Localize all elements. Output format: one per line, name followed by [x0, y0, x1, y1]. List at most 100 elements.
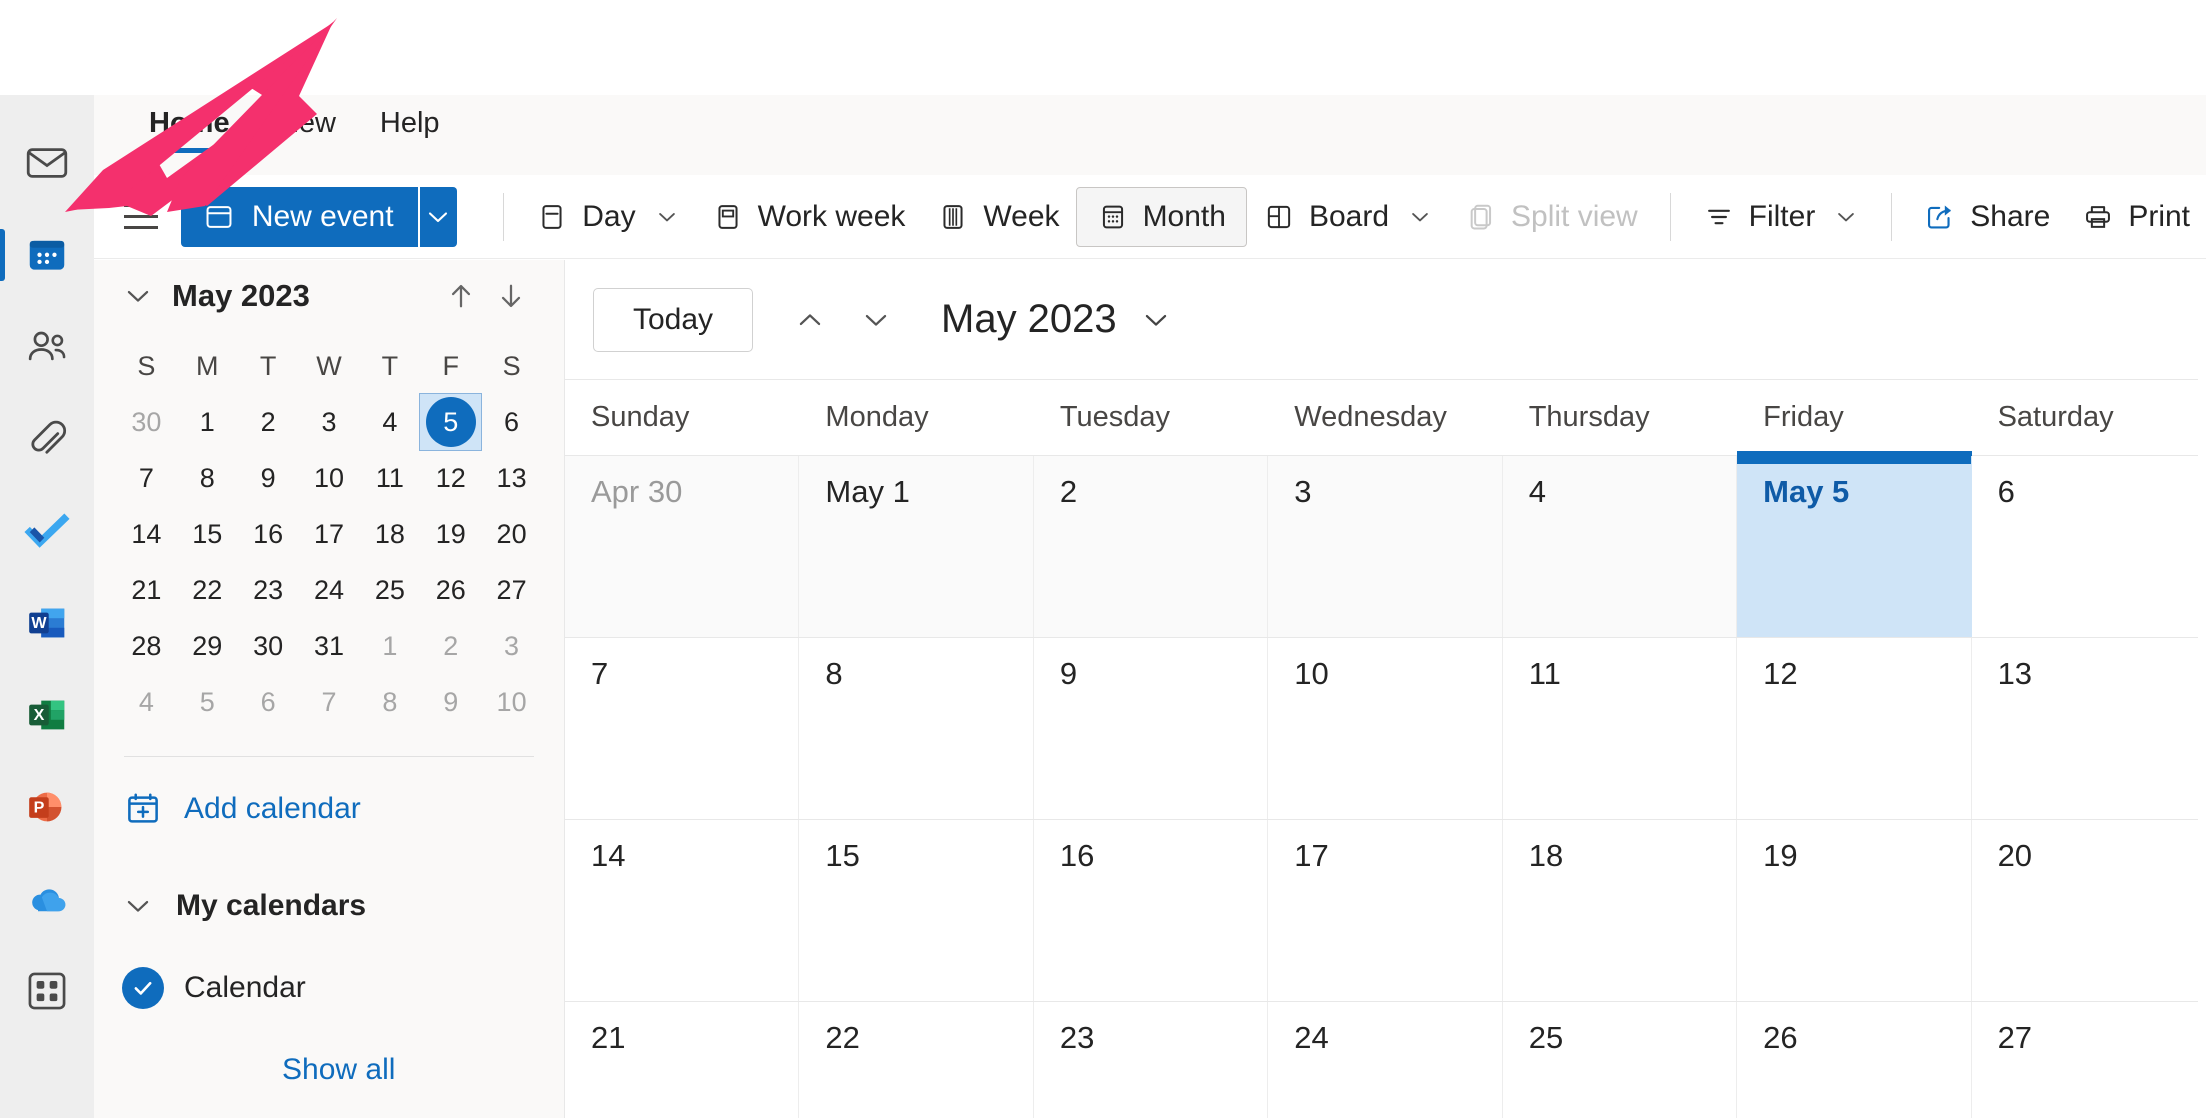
mini-calendar-day[interactable]: 22	[177, 562, 238, 618]
view-week-button[interactable]: Week	[921, 187, 1075, 247]
rail-item-calendar[interactable]	[0, 209, 94, 301]
mini-calendar-day[interactable]: 25	[359, 562, 420, 618]
new-event-dropdown-button[interactable]	[419, 186, 458, 247]
calendar-day-cell[interactable]: Apr 30	[565, 456, 800, 637]
calendar-day-cell[interactable]: 8	[799, 638, 1034, 819]
rail-item-word[interactable]: W	[0, 577, 94, 669]
calendar-scrollbar[interactable]	[2198, 260, 2206, 1118]
calendar-day-cell[interactable]: 2	[1033, 456, 1269, 637]
calendar-day-cell[interactable]: 3	[1268, 456, 1503, 637]
rail-item-people[interactable]	[0, 301, 94, 393]
rail-item-excel[interactable]: X	[0, 669, 94, 761]
mini-calendar-day[interactable]: 6	[238, 674, 299, 730]
calendar-day-cell[interactable]: 12	[1737, 638, 1972, 819]
previous-period-button[interactable]	[777, 287, 843, 353]
show-all-button[interactable]: Show all	[94, 1053, 564, 1087]
mini-calendar-day[interactable]: 1	[177, 394, 238, 450]
add-calendar-button[interactable]: Add calendar	[94, 769, 564, 849]
calendar-day-cell[interactable]: 18	[1502, 820, 1738, 1001]
my-calendars-collapse-button[interactable]	[116, 884, 160, 928]
calendar-day-cell[interactable]: 15	[799, 820, 1034, 1001]
share-button[interactable]: Share	[1908, 187, 2066, 247]
calendar-day-cell[interactable]: May 1	[799, 456, 1034, 637]
calendar-day-cell[interactable]: 21	[565, 1002, 800, 1118]
mini-calendar-day-today[interactable]: 5	[419, 393, 483, 451]
calendar-range-picker[interactable]: May 2023	[941, 297, 1173, 342]
mini-calendar-day[interactable]: 9	[238, 450, 299, 506]
rail-item-files[interactable]	[0, 393, 94, 485]
calendar-day-cell[interactable]: 4	[1502, 456, 1738, 637]
tab-view[interactable]: View	[252, 95, 358, 175]
tab-home[interactable]: Home	[127, 95, 252, 175]
mini-calendar-day[interactable]: 8	[359, 674, 420, 730]
today-button[interactable]: Today	[593, 287, 753, 352]
mini-calendar-day[interactable]: 10	[481, 674, 542, 730]
mini-calendar-day[interactable]: 7	[116, 450, 177, 506]
calendar-day-cell[interactable]: 19	[1737, 820, 1972, 1001]
mini-calendar-day[interactable]: 30	[238, 618, 299, 674]
mini-calendar-day[interactable]: 29	[177, 618, 238, 674]
mini-calendar-day[interactable]: 2	[238, 394, 299, 450]
mini-calendar-day[interactable]: 5	[177, 674, 238, 730]
mini-calendar-day[interactable]: 3	[481, 618, 542, 674]
calendar-day-cell[interactable]: 14	[565, 820, 800, 1001]
calendar-day-cell[interactable]: 9	[1033, 638, 1269, 819]
mini-calendar-day[interactable]: 23	[238, 562, 299, 618]
mini-calendar-day[interactable]: 28	[116, 618, 177, 674]
mini-calendar-day[interactable]: 13	[481, 450, 542, 506]
next-period-button[interactable]	[843, 287, 909, 353]
calendar-day-cell[interactable]: 13	[1971, 638, 2206, 819]
mini-calendar-day[interactable]: 26	[420, 562, 481, 618]
mini-calendar-day[interactable]: 9	[420, 674, 481, 730]
my-calendars-group-header[interactable]: My calendars	[94, 867, 564, 945]
mini-calendar-day[interactable]: 18	[359, 506, 420, 562]
mini-calendar-day[interactable]: 17	[299, 506, 360, 562]
calendar-day-cell[interactable]: 6	[1971, 456, 2206, 637]
mini-calendar-day[interactable]: 12	[420, 450, 481, 506]
rail-item-powerpoint[interactable]: P	[0, 761, 94, 853]
calendar-day-cell[interactable]: 16	[1033, 820, 1269, 1001]
mini-calendar-day[interactable]: 6	[481, 394, 542, 450]
mini-calendar-day[interactable]: 2	[420, 618, 481, 674]
print-button[interactable]: Print	[2066, 187, 2206, 247]
mini-calendar-day[interactable]: 21	[116, 562, 177, 618]
mini-calendar-day[interactable]: 30	[116, 394, 177, 450]
calendar-day-cell[interactable]: 11	[1502, 638, 1738, 819]
calendar-day-cell[interactable]: 23	[1033, 1002, 1269, 1118]
calendar-day-cell[interactable]: 24	[1268, 1002, 1503, 1118]
mini-calendar-day[interactable]: 4	[359, 394, 420, 450]
calendar-checkbox-checked-icon[interactable]	[122, 967, 164, 1009]
new-event-button[interactable]: New event	[180, 186, 420, 247]
mini-calendar-day[interactable]: 16	[238, 506, 299, 562]
mini-calendar-day[interactable]: 27	[481, 562, 542, 618]
calendar-day-cell[interactable]: 17	[1268, 820, 1503, 1001]
mini-calendar-day[interactable]: 10	[299, 450, 360, 506]
calendar-day-cell[interactable]: 25	[1502, 1002, 1738, 1118]
mini-calendar-day[interactable]: 1	[359, 618, 420, 674]
rail-item-mail[interactable]	[0, 117, 94, 209]
calendar-list-item[interactable]: Calendar	[94, 951, 564, 1025]
view-board-button[interactable]: Board	[1247, 187, 1449, 247]
rail-item-onedrive[interactable]	[0, 853, 94, 945]
rail-item-all-apps[interactable]	[0, 945, 94, 1037]
mini-calendar-prev-button[interactable]	[436, 271, 486, 321]
calendar-day-cell[interactable]: 27	[1971, 1002, 2206, 1118]
mini-calendar-day[interactable]: 3	[299, 394, 360, 450]
mini-calendar-day[interactable]: 20	[481, 506, 542, 562]
mini-calendar-day[interactable]: 7	[299, 674, 360, 730]
mini-calendar-day[interactable]: 8	[177, 450, 238, 506]
filter-button[interactable]: Filter	[1687, 187, 1876, 247]
view-work-week-button[interactable]: Work week	[696, 187, 922, 247]
rail-item-to-do[interactable]	[0, 485, 94, 577]
view-day-button[interactable]: Day	[520, 187, 695, 247]
calendar-day-cell[interactable]: 7	[565, 638, 800, 819]
mini-calendar-next-button[interactable]	[486, 271, 536, 321]
calendar-day-cell[interactable]: 26	[1737, 1002, 1972, 1118]
mini-calendar-day[interactable]: 4	[116, 674, 177, 730]
mini-calendar-day[interactable]: 31	[299, 618, 360, 674]
calendar-day-cell[interactable]: 10	[1268, 638, 1503, 819]
calendar-day-cell[interactable]: 22	[799, 1002, 1034, 1118]
mini-calendar-day[interactable]: 24	[299, 562, 360, 618]
calendar-day-cell-today[interactable]: May 5	[1737, 456, 1972, 637]
mini-calendar-day[interactable]: 11	[359, 450, 420, 506]
